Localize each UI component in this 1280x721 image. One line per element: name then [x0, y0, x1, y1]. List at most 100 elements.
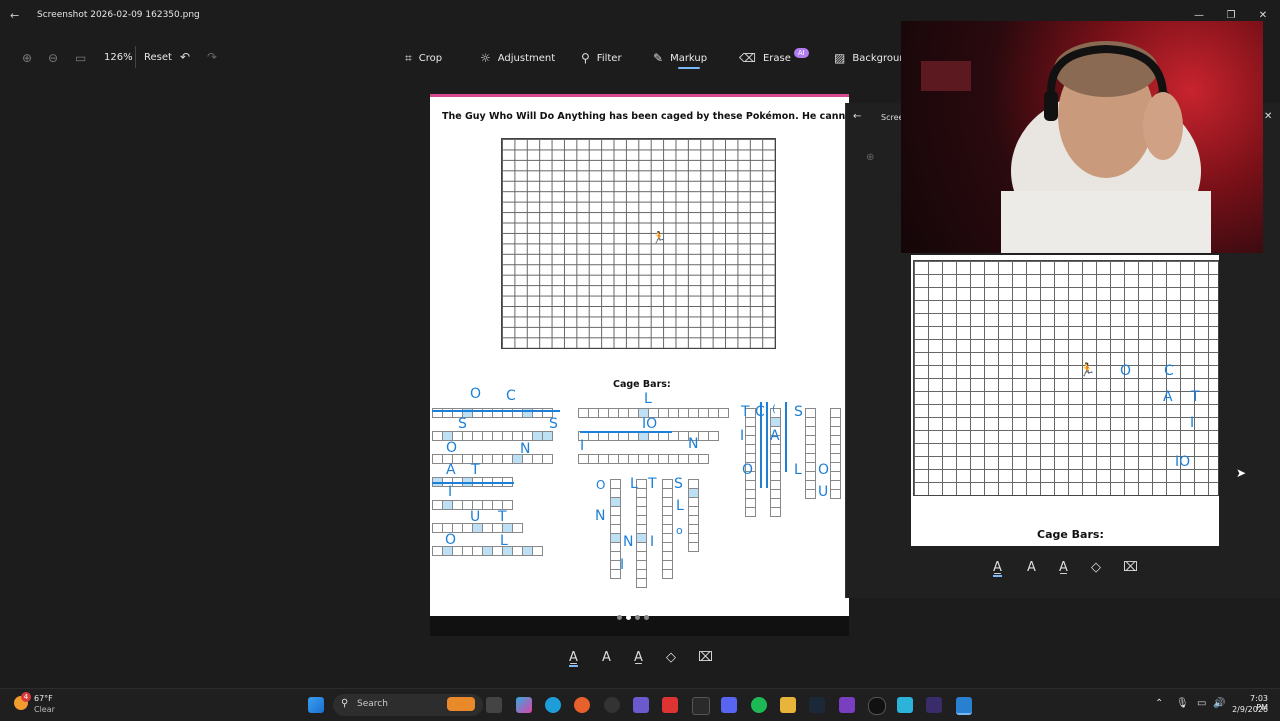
- start-icon[interactable]: [308, 697, 324, 713]
- erase-tool[interactable]: ⌫ Erase AI: [739, 48, 809, 66]
- undo-icon[interactable]: ↶: [180, 50, 190, 64]
- handwriting: C: [506, 388, 516, 404]
- zoom-level: 126%: [104, 52, 133, 63]
- puzzle-cell: [708, 431, 719, 441]
- panel-pencil-icon[interactable]: A: [1027, 560, 1036, 575]
- app-icon[interactable]: [839, 697, 855, 713]
- firefox-icon[interactable]: [574, 697, 590, 713]
- edge-icon[interactable]: [545, 697, 561, 713]
- handwriting: O: [446, 440, 458, 456]
- crop-label: Crop: [418, 52, 443, 64]
- markup-tool[interactable]: ✎ Markup: [653, 50, 707, 66]
- obs-icon[interactable]: [604, 697, 620, 713]
- pencil-pen-icon[interactable]: A: [602, 650, 611, 665]
- puzzle-cell: [805, 489, 816, 499]
- page-dot[interactable]: [617, 615, 622, 620]
- handwriting: L: [676, 498, 684, 514]
- page-dot[interactable]: [635, 615, 640, 620]
- fit-icon[interactable]: ▭: [75, 51, 86, 65]
- ai-badge: AI: [793, 48, 809, 58]
- strike-line: [432, 482, 514, 484]
- crop-icon: ⌗: [405, 50, 412, 65]
- document-canvas[interactable]: The Guy Who Will Do Anything has been ca…: [430, 94, 849, 622]
- handwriting: I: [650, 534, 655, 550]
- puzzle-cell: [770, 507, 781, 517]
- redo-icon[interactable]: ↷: [207, 50, 217, 64]
- puzzle-row: [578, 454, 709, 464]
- divider: [135, 46, 136, 68]
- erase-label: Erase: [762, 52, 791, 64]
- webcam-person-illustration: [921, 41, 1211, 253]
- microphone-icon[interactable]: 🎙: [1176, 698, 1189, 709]
- page-dot[interactable]: [644, 615, 649, 620]
- panel-highlighter-icon[interactable]: A̲: [1059, 560, 1068, 575]
- ballpoint-pen-icon[interactable]: A̲: [569, 650, 578, 667]
- fx-icon[interactable]: [926, 697, 942, 713]
- handwriting: A: [770, 428, 780, 444]
- zoom-out-icon[interactable]: ⊖: [48, 51, 58, 65]
- photos-icon[interactable]: [956, 697, 972, 715]
- panel-ballpoint-pen-icon[interactable]: A̲: [993, 560, 1002, 577]
- cage-bars-label: Cage Bars:: [613, 379, 671, 390]
- search-icon: ⚲: [341, 698, 349, 709]
- panel-back-arrow-icon[interactable]: ←: [853, 111, 861, 122]
- network-icon[interactable]: ▭: [1197, 698, 1206, 709]
- panel-eraser-icon[interactable]: ◇: [1091, 560, 1101, 575]
- handwriting: N: [520, 441, 531, 457]
- crop-tool[interactable]: ⌗ Crop: [405, 50, 442, 66]
- page-dot-active[interactable]: [626, 615, 631, 620]
- strike-line: [432, 410, 560, 412]
- clear-markup-icon[interactable]: ⌧: [698, 650, 713, 665]
- steam-icon[interactable]: [809, 697, 825, 713]
- mouse-cursor-icon: ➤: [1236, 466, 1247, 480]
- handwriting: L: [630, 476, 638, 492]
- discord-icon[interactable]: [721, 697, 737, 713]
- handwriting: L: [644, 391, 652, 407]
- handwriting: U: [818, 484, 829, 500]
- handwriting: S: [458, 416, 467, 432]
- handwriting: N: [623, 534, 634, 550]
- clock-date[interactable]: 2/9/2026: [1230, 705, 1268, 714]
- handwriting: T: [648, 476, 657, 492]
- strike-line: [766, 402, 768, 488]
- handwriting: S: [549, 416, 558, 432]
- handwriting: T: [498, 509, 507, 525]
- puzzle-cell: [698, 454, 709, 464]
- app-icon[interactable]: [868, 697, 886, 715]
- copilot-icon[interactable]: [516, 697, 532, 713]
- spotify-icon[interactable]: [751, 697, 767, 713]
- file-explorer-icon[interactable]: [780, 697, 796, 713]
- background-tool[interactable]: ▨ Backgroun: [834, 50, 906, 66]
- task-view-icon[interactable]: [486, 697, 502, 713]
- eraser-icon[interactable]: ◇: [666, 650, 676, 665]
- puzzle-column: [636, 479, 647, 588]
- app-icon[interactable]: [662, 697, 678, 713]
- back-arrow-icon[interactable]: ←: [10, 9, 19, 22]
- filter-tool[interactable]: ⚲ Filter: [581, 50, 622, 66]
- panel-close-icon[interactable]: ✕: [1264, 111, 1272, 122]
- adjustment-tool[interactable]: ☼ Adjustment: [480, 50, 555, 66]
- background-icon: ▨: [834, 51, 846, 65]
- app-icon[interactable]: [897, 697, 913, 713]
- reset-button[interactable]: Reset: [144, 52, 172, 63]
- handwriting: O: [445, 532, 457, 548]
- handwriting: L: [500, 533, 508, 549]
- puzzle-column: [662, 479, 673, 579]
- handwriting: (: [772, 404, 776, 415]
- panel-clear-icon[interactable]: ⌧: [1123, 560, 1138, 575]
- music-icon[interactable]: [692, 697, 710, 715]
- puzzle-column: [805, 408, 816, 499]
- cage-grid: [501, 138, 776, 349]
- app-icon[interactable]: [633, 697, 649, 713]
- zoom-in-icon[interactable]: ⊕: [22, 51, 32, 65]
- taskbar-search[interactable]: ⚲ Search: [333, 694, 483, 716]
- puzzle-cell: [662, 569, 673, 579]
- handwriting: A: [446, 462, 456, 478]
- background-label: Backgroun: [852, 52, 906, 64]
- panel-zoom-icon[interactable]: ⊕: [866, 152, 874, 163]
- puzzle-cell: [830, 489, 841, 499]
- volume-icon[interactable]: 🔊: [1213, 698, 1225, 709]
- handwriting: I: [620, 557, 625, 573]
- highlighter-icon[interactable]: A̲: [634, 650, 643, 665]
- chevron-up-icon[interactable]: ⌃: [1155, 698, 1163, 709]
